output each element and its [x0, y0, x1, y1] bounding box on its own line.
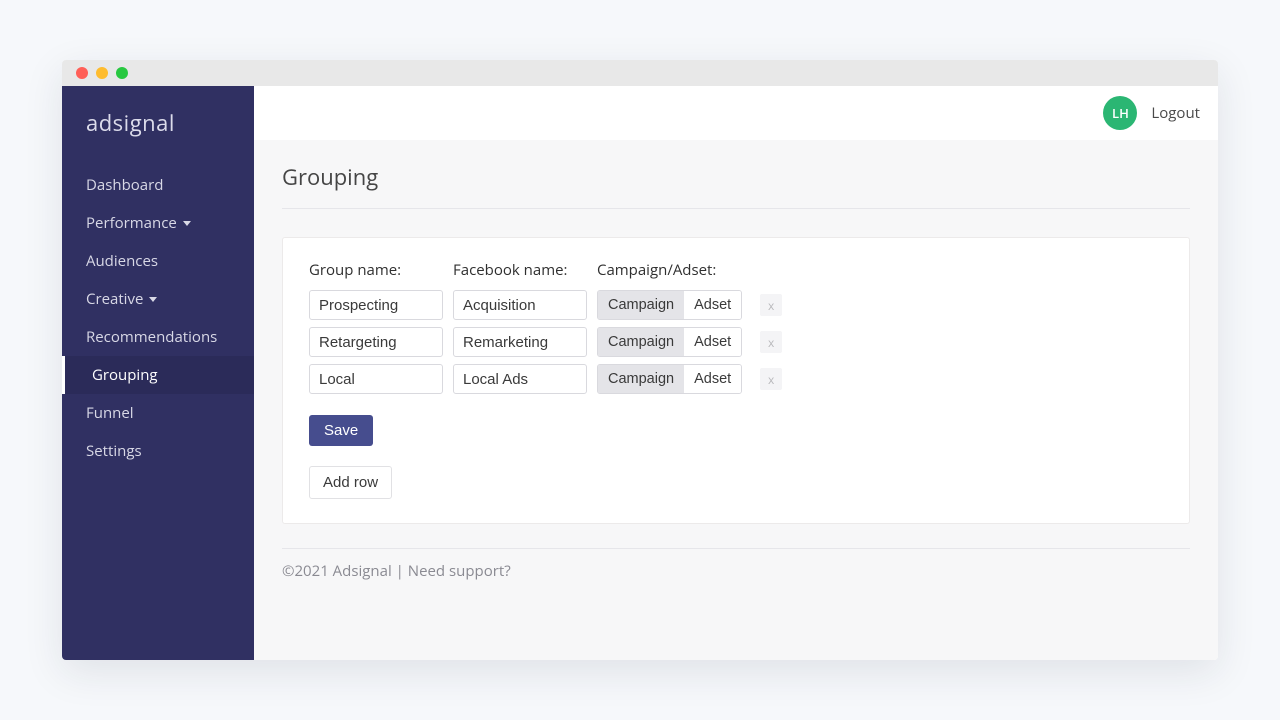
save-button[interactable]: Save — [309, 415, 373, 446]
page-title: Grouping — [282, 162, 1190, 192]
window-minimize-icon[interactable] — [96, 67, 108, 79]
delete-row-button[interactable]: x — [760, 368, 782, 390]
column-header-group-name: Group name: — [309, 260, 443, 280]
toggle-campaign[interactable]: Campaign — [598, 291, 684, 319]
support-link[interactable]: Need support? — [408, 561, 511, 581]
campaign-adset-toggle: Campaign Adset — [597, 327, 742, 357]
sidebar: adsignal Dashboard Performance Audiences… — [62, 86, 254, 660]
content-wrap: Grouping Group name: Facebook name: Camp… — [254, 140, 1218, 660]
delete-row-button[interactable]: x — [760, 294, 782, 316]
chevron-down-icon — [183, 221, 191, 226]
column-headers: Group name: Facebook name: Campaign/Adse… — [309, 260, 1163, 280]
toggle-adset[interactable]: Adset — [684, 365, 741, 393]
facebook-name-input[interactable] — [453, 290, 587, 320]
sidebar-item-audiences[interactable]: Audiences — [62, 242, 254, 280]
group-name-input[interactable] — [309, 364, 443, 394]
sidebar-item-recommendations[interactable]: Recommendations — [62, 318, 254, 356]
sidebar-item-grouping[interactable]: Grouping — [62, 356, 254, 394]
sidebar-item-label: Settings — [86, 441, 142, 461]
sidebar-item-creative[interactable]: Creative — [62, 280, 254, 318]
sidebar-item-label: Recommendations — [86, 327, 217, 347]
group-row: Campaign Adset x — [309, 327, 1163, 357]
toggle-adset[interactable]: Adset — [684, 328, 741, 356]
divider — [282, 548, 1190, 549]
topbar: LH Logout — [254, 86, 1218, 140]
window-maximize-icon[interactable] — [116, 67, 128, 79]
sidebar-nav: Dashboard Performance Audiences Creative… — [62, 166, 254, 470]
facebook-name-input[interactable] — [453, 327, 587, 357]
campaign-adset-toggle: Campaign Adset — [597, 290, 742, 320]
group-name-input[interactable] — [309, 327, 443, 357]
window-titlebar — [62, 60, 1218, 86]
brand-logo: adsignal — [62, 86, 254, 166]
divider — [282, 208, 1190, 209]
delete-row-button[interactable]: x — [760, 331, 782, 353]
logout-link[interactable]: Logout — [1151, 103, 1200, 123]
footer: ©2021 Adsignal | Need support? — [282, 561, 1190, 581]
sidebar-item-label: Grouping — [92, 365, 158, 385]
group-row: Campaign Adset x — [309, 364, 1163, 394]
avatar[interactable]: LH — [1103, 96, 1137, 130]
main-area: LH Logout Grouping Group name: Facebook … — [254, 86, 1218, 660]
toggle-adset[interactable]: Adset — [684, 291, 741, 319]
facebook-name-input[interactable] — [453, 364, 587, 394]
app-body: adsignal Dashboard Performance Audiences… — [62, 86, 1218, 660]
window-close-icon[interactable] — [76, 67, 88, 79]
campaign-adset-toggle: Campaign Adset — [597, 364, 742, 394]
sidebar-item-label: Funnel — [86, 403, 134, 423]
sidebar-item-label: Dashboard — [86, 175, 163, 195]
grouping-card: Group name: Facebook name: Campaign/Adse… — [282, 237, 1190, 524]
app-window: adsignal Dashboard Performance Audiences… — [62, 60, 1218, 660]
group-row: Campaign Adset x — [309, 290, 1163, 320]
group-name-input[interactable] — [309, 290, 443, 320]
chevron-down-icon — [149, 297, 157, 302]
sidebar-item-label: Audiences — [86, 251, 158, 271]
sidebar-item-dashboard[interactable]: Dashboard — [62, 166, 254, 204]
sidebar-item-performance[interactable]: Performance — [62, 204, 254, 242]
sidebar-item-settings[interactable]: Settings — [62, 432, 254, 470]
page-inner: Grouping Group name: Facebook name: Camp… — [254, 140, 1218, 581]
footer-sep: | — [392, 561, 408, 581]
sidebar-item-label: Performance — [86, 213, 177, 233]
footer-copyright: ©2021 Adsignal — [282, 561, 392, 581]
sidebar-item-label: Creative — [86, 289, 143, 309]
column-header-campaign-adset: Campaign/Adset: — [597, 260, 727, 280]
sidebar-item-funnel[interactable]: Funnel — [62, 394, 254, 432]
add-row-button[interactable]: Add row — [309, 466, 392, 499]
column-header-facebook-name: Facebook name: — [453, 260, 587, 280]
toggle-campaign[interactable]: Campaign — [598, 365, 684, 393]
toggle-campaign[interactable]: Campaign — [598, 328, 684, 356]
